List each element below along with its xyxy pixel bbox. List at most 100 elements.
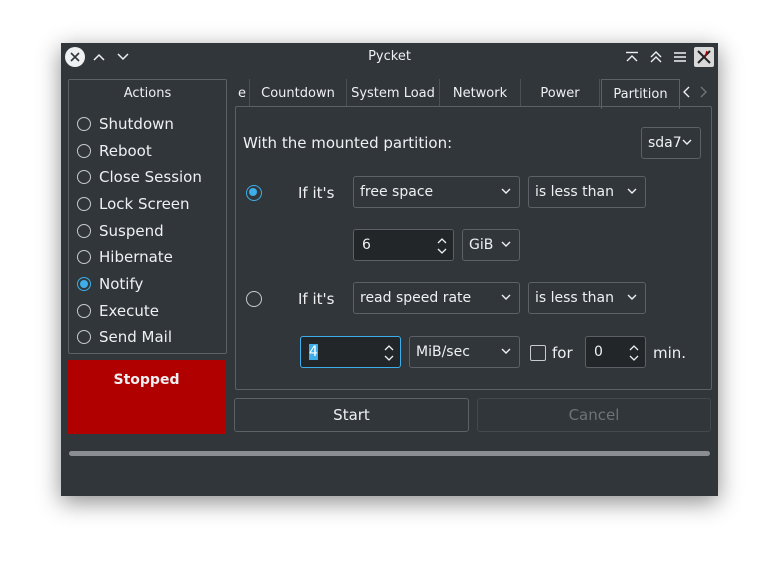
- partition-value: sda7: [648, 135, 682, 151]
- row2-if-label: If it's: [298, 290, 335, 308]
- actions-group: Actions Shutdown Reboot Close Session Lo…: [68, 79, 227, 354]
- tab-network[interactable]: Network: [440, 79, 521, 107]
- radio-button[interactable]: [246, 291, 262, 307]
- row1-comparison-value: is less than: [535, 184, 614, 200]
- minutes-spinbox[interactable]: 0: [585, 336, 646, 368]
- app-icon: [694, 47, 714, 67]
- chevron-left-icon: [683, 86, 690, 98]
- spin-arrows-icon[interactable]: [437, 236, 447, 256]
- action-close-session[interactable]: Close Session: [77, 166, 202, 188]
- minutes-value: 0: [594, 344, 603, 360]
- chevron-down-icon: [682, 139, 692, 145]
- title-bar: Pycket: [61, 43, 718, 71]
- action-label: Shutdown: [99, 115, 174, 133]
- min-label: min.: [653, 344, 687, 362]
- tab-label: Countdown: [261, 85, 335, 101]
- tab-label: e: [238, 85, 246, 101]
- row1-radio[interactable]: [246, 185, 262, 201]
- start-button[interactable]: Start: [234, 398, 469, 432]
- action-label: Execute: [99, 302, 159, 320]
- hamburger-menu-icon: [674, 52, 686, 62]
- main-window: Pycket Actions Shutdown Reboot Close Ses…: [61, 43, 718, 496]
- row1-if-label: If it's: [298, 184, 335, 202]
- tab-system-load[interactable]: System Load: [347, 79, 440, 107]
- radio-button[interactable]: [77, 250, 91, 264]
- action-execute[interactable]: Execute: [77, 300, 159, 322]
- tab-bar: e Countdown System Load Network Power Pa…: [235, 79, 711, 109]
- chevron-down-icon: [501, 188, 511, 194]
- spin-arrows-icon[interactable]: [629, 343, 639, 363]
- window-title: Pycket: [368, 49, 411, 64]
- tab-partition[interactable]: Partition: [601, 79, 680, 109]
- row2-unit-select[interactable]: MiB/sec: [409, 336, 520, 368]
- chevron-down-icon: [501, 348, 511, 354]
- row1-comparison-select[interactable]: is less than: [528, 176, 646, 208]
- action-label: Notify: [99, 275, 144, 293]
- tab-time[interactable]: e: [235, 79, 250, 107]
- actions-title: Actions: [123, 86, 172, 101]
- tab-label: Network: [452, 85, 508, 101]
- radio-button[interactable]: [77, 330, 91, 344]
- partition-select[interactable]: sda7: [641, 127, 701, 159]
- action-label: Close Session: [99, 168, 202, 186]
- tab-label: System Load: [351, 85, 435, 101]
- progress-bar: [69, 451, 710, 456]
- chevron-down-icon: [501, 294, 511, 300]
- tab-label: Partition: [613, 87, 668, 102]
- for-label: for: [552, 344, 573, 362]
- row1-value-spinbox[interactable]: 6: [353, 229, 454, 261]
- radio-button[interactable]: [77, 117, 91, 131]
- chevron-down-icon: [501, 241, 511, 247]
- action-label: Hibernate: [99, 248, 173, 266]
- action-label: Reboot: [99, 142, 152, 160]
- maximize-icon: [626, 51, 638, 62]
- row2-value-spinbox[interactable]: 4: [300, 336, 401, 368]
- radio-button[interactable]: [77, 197, 91, 211]
- action-label: Lock Screen: [99, 195, 190, 213]
- chevron-down-icon: [627, 294, 637, 300]
- action-reboot[interactable]: Reboot: [77, 140, 152, 162]
- row2-comparison-select[interactable]: is less than: [528, 282, 646, 314]
- chevron-down-icon: [627, 188, 637, 194]
- spin-arrows-icon[interactable]: [384, 343, 394, 363]
- row1-unit-select[interactable]: GiB: [462, 229, 520, 261]
- radio-button[interactable]: [77, 304, 91, 318]
- maximize-button[interactable]: [622, 47, 642, 67]
- radio-button[interactable]: [77, 224, 91, 238]
- row1-metric-value: free space: [360, 184, 434, 200]
- window-menu-button[interactable]: [670, 47, 690, 67]
- cancel-button[interactable]: Cancel: [477, 398, 711, 432]
- x-logo-icon: [697, 50, 711, 64]
- partition-panel: With the mounted partition: sda7 If it's…: [235, 106, 712, 390]
- row2-value: 4: [309, 344, 318, 360]
- chevron-right-icon: [700, 86, 707, 98]
- action-hibernate[interactable]: Hibernate: [77, 246, 173, 268]
- tab-power[interactable]: Power: [521, 79, 600, 107]
- action-notify[interactable]: Notify: [77, 273, 143, 295]
- action-label: Send Mail: [99, 328, 173, 346]
- row2-radio[interactable]: [246, 291, 262, 307]
- row1-metric-select[interactable]: free space: [353, 176, 520, 208]
- tab-scroll-left-button[interactable]: [682, 86, 692, 102]
- radio-button-checked[interactable]: [77, 277, 91, 291]
- action-label: Suspend: [99, 222, 164, 240]
- for-checkbox[interactable]: [530, 345, 546, 361]
- radio-button-checked[interactable]: [246, 185, 262, 201]
- mounted-partition-label: With the mounted partition:: [243, 134, 453, 152]
- radio-button[interactable]: [77, 170, 91, 184]
- row2-metric-select[interactable]: read speed rate: [353, 282, 520, 314]
- shade-button[interactable]: [646, 47, 666, 67]
- tab-label: Power: [540, 85, 580, 101]
- row2-comparison-value: is less than: [535, 290, 614, 306]
- radio-button[interactable]: [77, 144, 91, 158]
- double-chevron-up-icon: [650, 51, 662, 63]
- action-send-mail[interactable]: Send Mail: [77, 326, 172, 348]
- action-lock-screen[interactable]: Lock Screen: [77, 193, 190, 215]
- action-suspend[interactable]: Suspend: [77, 220, 164, 242]
- status-indicator: Stopped: [67, 360, 226, 434]
- tab-scroll-right-button[interactable]: [698, 86, 708, 102]
- tab-countdown[interactable]: Countdown: [250, 79, 347, 107]
- row1-unit-value: GiB: [469, 237, 494, 253]
- row2-unit-value: MiB/sec: [416, 344, 470, 360]
- action-shutdown[interactable]: Shutdown: [77, 113, 174, 135]
